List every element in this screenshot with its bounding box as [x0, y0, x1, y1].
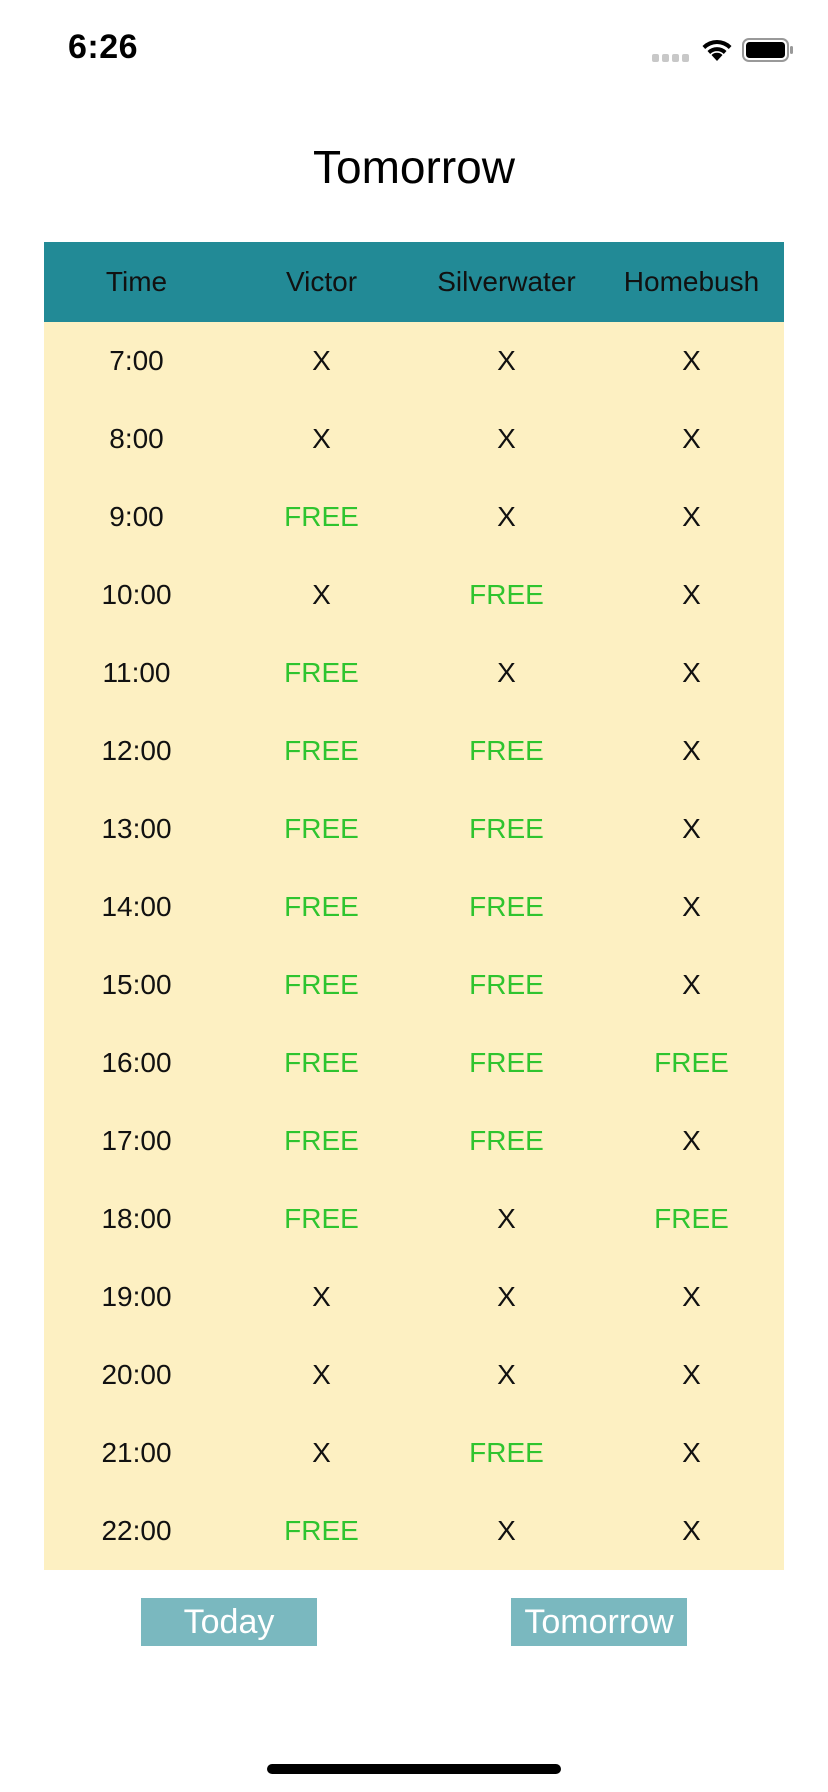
- cell-time: 17:00: [101, 1125, 172, 1156]
- table-row: 19:00 X X X: [44, 1258, 784, 1336]
- cell-victor: FREE: [284, 813, 359, 844]
- cell-time: 19:00: [101, 1281, 172, 1312]
- cell-homebush: X: [682, 813, 701, 844]
- column-header-time: Time: [105, 266, 168, 297]
- cell-victor: FREE: [284, 501, 359, 532]
- status-bar: 6:26: [0, 0, 828, 100]
- schedule-table: Time Victor Silverwater Homebush 7:00 X X X…: [44, 242, 784, 1570]
- cell-victor: FREE: [284, 1125, 359, 1156]
- cell-silverwater: FREE: [469, 891, 544, 922]
- cell-homebush: FREE: [654, 1047, 729, 1078]
- cell-time: 22:00: [101, 1515, 172, 1546]
- cell-victor: FREE: [284, 969, 359, 1000]
- cell-silverwater: X: [497, 1359, 516, 1390]
- cell-silverwater: FREE: [469, 579, 544, 610]
- cell-victor: FREE: [284, 1047, 359, 1078]
- cell-silverwater: FREE: [469, 1047, 544, 1078]
- column-header-homebush: Homebush: [623, 266, 760, 297]
- cell-time: 21:00: [101, 1437, 172, 1468]
- cell-homebush: X: [682, 891, 701, 922]
- cell-silverwater: X: [497, 1281, 516, 1312]
- table-row: 10:00 X FREE X: [44, 556, 784, 634]
- table-row: 14:00 FREE FREE X: [44, 868, 784, 946]
- cell-time: 13:00: [101, 813, 172, 844]
- table-row: 7:00 X X X: [44, 322, 784, 400]
- table-row: 18:00 FREE X FREE: [44, 1180, 784, 1258]
- cell-victor: X: [312, 423, 331, 454]
- cell-victor: X: [312, 1281, 331, 1312]
- cell-silverwater: FREE: [469, 1437, 544, 1468]
- cell-time: 9:00: [109, 501, 164, 532]
- cell-silverwater: FREE: [469, 969, 544, 1000]
- table-row: 17:00 FREE FREE X: [44, 1102, 784, 1180]
- cell-time: 14:00: [101, 891, 172, 922]
- cell-time: 20:00: [101, 1359, 172, 1390]
- cell-homebush: X: [682, 1359, 701, 1390]
- cell-time: 12:00: [101, 735, 172, 766]
- cell-homebush: X: [682, 423, 701, 454]
- cell-silverwater: X: [497, 1515, 516, 1546]
- home-indicator: [267, 1764, 561, 1774]
- cell-victor: FREE: [284, 735, 359, 766]
- cell-silverwater: X: [497, 657, 516, 688]
- cell-silverwater: X: [497, 423, 516, 454]
- table-row: 13:00 FREE FREE X: [44, 790, 784, 868]
- status-time: 6:26: [68, 28, 139, 66]
- cell-homebush: X: [682, 657, 701, 688]
- cell-homebush: X: [682, 579, 701, 610]
- cell-homebush: X: [682, 501, 701, 532]
- cell-silverwater: X: [497, 501, 516, 532]
- cell-time: 16:00: [101, 1047, 172, 1078]
- cell-homebush: X: [682, 969, 701, 1000]
- cell-homebush: X: [682, 735, 701, 766]
- table-row: 9:00 FREE X X: [44, 478, 784, 556]
- table-body: 7:00 X X X 8:00 X X X 9:00 FREE X X 10:00 X FREE X 11:00…: [44, 322, 784, 1570]
- wifi-icon: [702, 39, 732, 61]
- battery-icon: [742, 38, 793, 62]
- table-row: 21:00 X FREE X: [44, 1414, 784, 1492]
- table-row: 12:00 FREE FREE X: [44, 712, 784, 790]
- cell-time: 8:00: [109, 423, 164, 454]
- table-row: 22:00 FREE X X: [44, 1492, 784, 1570]
- table-row: 20:00 X X X: [44, 1336, 784, 1414]
- page-title: Tomorrow: [313, 141, 515, 193]
- table-row: 15:00 FREE FREE X: [44, 946, 784, 1024]
- table-header: Time Victor Silverwater Homebush: [44, 242, 784, 322]
- cell-time: 10:00: [101, 579, 172, 610]
- cell-time: 11:00: [102, 657, 171, 688]
- table-row: 11:00 FREE X X: [44, 634, 784, 712]
- column-header-silverwater: Silverwater: [437, 266, 576, 297]
- cell-homebush: X: [682, 345, 701, 376]
- cell-victor: X: [312, 1359, 331, 1390]
- cell-silverwater: FREE: [469, 1125, 544, 1156]
- column-header-victor: Victor: [285, 266, 358, 297]
- table-row: 8:00 X X X: [44, 400, 784, 478]
- cell-homebush: X: [682, 1437, 701, 1468]
- signal-icon: [652, 54, 690, 62]
- cell-victor: FREE: [284, 1203, 359, 1234]
- cell-silverwater: X: [497, 1203, 516, 1234]
- cell-time: 18:00: [101, 1203, 172, 1234]
- tomorrow-button[interactable]: Tomorrow: [511, 1598, 687, 1646]
- cell-victor: FREE: [284, 657, 359, 688]
- cell-victor: FREE: [284, 891, 359, 922]
- cell-homebush: FREE: [654, 1203, 729, 1234]
- cell-time: 7:00: [109, 345, 164, 376]
- cell-homebush: X: [682, 1515, 701, 1546]
- cell-victor: X: [312, 579, 331, 610]
- cell-victor: X: [312, 1437, 331, 1468]
- cell-silverwater: FREE: [469, 735, 544, 766]
- table-row: 16:00 FREE FREE FREE: [44, 1024, 784, 1102]
- cell-time: 15:00: [101, 969, 172, 1000]
- cell-silverwater: X: [497, 345, 516, 376]
- today-button[interactable]: Today: [141, 1598, 317, 1646]
- cell-silverwater: FREE: [469, 813, 544, 844]
- cell-victor: X: [312, 345, 331, 376]
- cell-victor: FREE: [284, 1515, 359, 1546]
- cell-homebush: X: [682, 1281, 701, 1312]
- cell-homebush: X: [682, 1125, 701, 1156]
